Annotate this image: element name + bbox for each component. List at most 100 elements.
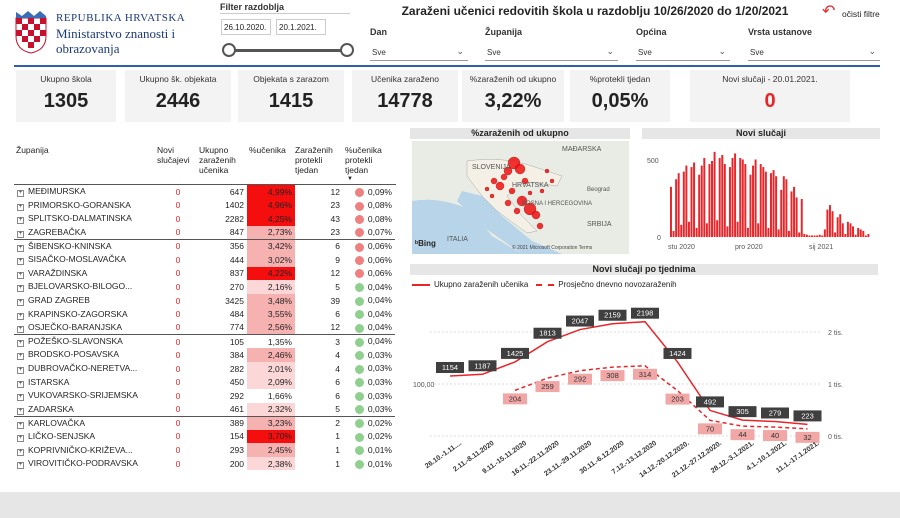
bar[interactable]	[749, 174, 752, 237]
map-bubble[interactable]	[539, 188, 545, 194]
county-cell[interactable]: + BJELOVARSKO-BILOGO...	[14, 280, 157, 294]
county-cell[interactable]: + VUKOVARSKO-SRIJEMSKA	[14, 389, 157, 403]
bar[interactable]	[700, 165, 703, 237]
col-header[interactable]: Zaraženih protekli tjedan	[295, 143, 343, 184]
bar[interactable]	[705, 223, 708, 237]
county-cell[interactable]: + ŠIBENSKO-KNINSKA	[14, 239, 157, 253]
county-cell[interactable]: + KOPRIVNIČKO-KRIŽEVA...	[14, 443, 157, 457]
bar[interactable]	[859, 229, 862, 237]
bar[interactable]	[672, 230, 675, 237]
bar[interactable]	[826, 209, 829, 237]
expand-icon[interactable]: +	[17, 434, 24, 442]
expand-icon[interactable]: +	[17, 203, 24, 211]
map-bubble[interactable]	[489, 193, 495, 199]
expand-icon[interactable]: +	[17, 285, 24, 293]
county-cell[interactable]: + ZAGREBAČKA	[14, 226, 157, 240]
bar[interactable]	[690, 167, 693, 237]
county-cell[interactable]: + SISAČKO-MOSLAVAČKA	[14, 253, 157, 267]
bar[interactable]	[726, 226, 729, 237]
county-cell[interactable]: + MEĐIMURSKA	[14, 185, 157, 199]
bar[interactable]	[793, 186, 796, 237]
expand-icon[interactable]: +	[17, 353, 24, 361]
bar[interactable]	[813, 235, 816, 237]
bar[interactable]	[734, 153, 737, 237]
county-cell[interactable]: + DUBROVAČKO-NERETVA...	[14, 362, 157, 376]
map-visual[interactable]: MAĐARSKA SLOVENIJA HRVATSKA BOSNA I HERC…	[412, 141, 629, 254]
county-cell[interactable]: + ZADARSKA	[14, 403, 157, 417]
bar[interactable]	[803, 233, 806, 237]
bar[interactable]	[759, 164, 762, 237]
filter-select-zupanija[interactable]: Sve ⌄	[485, 44, 618, 61]
bar[interactable]	[741, 159, 744, 237]
table-row[interactable]: + SPLITSKO-DALMATINSKA 0 2282 4,25% 43 0,08%	[14, 212, 395, 226]
map-bubble[interactable]	[549, 178, 555, 184]
filter-select-opcina[interactable]: Sve ⌄	[636, 44, 730, 61]
col-header[interactable]: %učenika protekli tjedan ▼	[343, 143, 395, 184]
county-cell[interactable]: + SPLITSKO-DALMATINSKA	[14, 212, 157, 226]
bar[interactable]	[808, 235, 811, 237]
county-cell[interactable]: + VARAŽDINSKA	[14, 267, 157, 281]
expand-icon[interactable]: +	[17, 244, 24, 252]
expand-icon[interactable]: +	[17, 190, 24, 198]
bar[interactable]	[849, 223, 852, 237]
county-cell[interactable]: + KRAPINSKO-ZAGORSKA	[14, 307, 157, 321]
map-bubble[interactable]	[484, 186, 490, 192]
expand-icon[interactable]: +	[17, 394, 24, 402]
table-row[interactable]: + DUBROVAČKO-NERETVA... 0 282 2,01% 4 0,03%	[14, 361, 395, 376]
map-bubble[interactable]	[531, 210, 541, 220]
bar[interactable]	[721, 154, 724, 237]
county-cell[interactable]: + BRODSKO-POSAVSKA	[14, 348, 157, 362]
col-header[interactable]: Županija	[14, 143, 157, 184]
map-bubble[interactable]	[527, 190, 533, 196]
bar[interactable]	[680, 224, 683, 237]
col-header[interactable]: %učenika	[247, 143, 295, 184]
bar[interactable]	[757, 223, 760, 237]
bar[interactable]	[782, 176, 785, 237]
bar[interactable]	[800, 199, 803, 237]
bar[interactable]	[795, 197, 798, 237]
bar[interactable]	[836, 217, 839, 237]
map-copyright[interactable]: © 2021 Microsoft Corporation Terms	[512, 245, 592, 251]
map-bubble[interactable]	[514, 163, 526, 175]
filter-select-dan[interactable]: Sve ⌄	[370, 44, 468, 61]
date-slider-end-handle[interactable]	[340, 43, 354, 57]
bar[interactable]	[754, 159, 757, 237]
col-header[interactable]: Ukupno zaraženih učenika	[199, 143, 247, 184]
table-row[interactable]: + BJELOVARSKO-BILOGO... 0 270 2,16% 5 0,04%	[14, 280, 395, 294]
bar[interactable]	[831, 211, 834, 237]
bar[interactable]	[834, 232, 837, 237]
bar[interactable]	[857, 227, 860, 237]
expand-icon[interactable]: +	[17, 340, 24, 348]
col-header[interactable]: Novi slučajevi	[157, 143, 199, 184]
bar[interactable]	[805, 234, 808, 237]
bar[interactable]	[785, 179, 788, 237]
bar[interactable]	[798, 232, 801, 237]
table-row[interactable]: + KRAPINSKO-ZAGORSKA 0 484 3,55% 6 0,04%	[14, 307, 395, 321]
bar[interactable]	[698, 174, 701, 237]
bar[interactable]	[687, 221, 690, 237]
table-row[interactable]: + VIROVITIČKO-PODRAVSKA 0 200 2,38% 1 0,01%	[14, 456, 395, 471]
bar[interactable]	[675, 179, 678, 237]
map-bubble[interactable]	[513, 207, 521, 215]
expand-icon[interactable]: +	[17, 271, 24, 279]
bar[interactable]	[852, 226, 855, 237]
bar[interactable]	[821, 235, 824, 237]
date-slider-start-handle[interactable]	[222, 43, 236, 57]
table-row[interactable]: + VUKOVARSKO-SRIJEMSKA 0 292 1,66% 6 0,03%	[14, 389, 395, 403]
bar[interactable]	[682, 171, 685, 237]
date-to-input[interactable]: 20.1.2021.	[276, 19, 326, 35]
table-row[interactable]: + POŽEŠKO-SLAVONSKA 0 105 1,35% 3 0,04%	[14, 335, 395, 349]
county-cell[interactable]: + ISTARSKA	[14, 375, 157, 389]
bar[interactable]	[685, 165, 688, 237]
map-bubble[interactable]	[504, 199, 512, 207]
bar[interactable]	[752, 165, 755, 237]
expand-icon[interactable]: +	[17, 230, 24, 238]
bar[interactable]	[811, 235, 813, 237]
county-cell[interactable]: + LIČKO-SENJSKA	[14, 430, 157, 444]
table-row[interactable]: + MEĐIMURSKA 0 647 4,99% 12 0,09%	[14, 185, 395, 199]
bar[interactable]	[693, 162, 696, 237]
map-bubble[interactable]	[544, 168, 550, 174]
bar[interactable]	[708, 164, 711, 237]
table-row[interactable]: + KARLOVAČKA 0 389 3,23% 2 0,02%	[14, 416, 395, 430]
bar[interactable]	[744, 164, 747, 237]
